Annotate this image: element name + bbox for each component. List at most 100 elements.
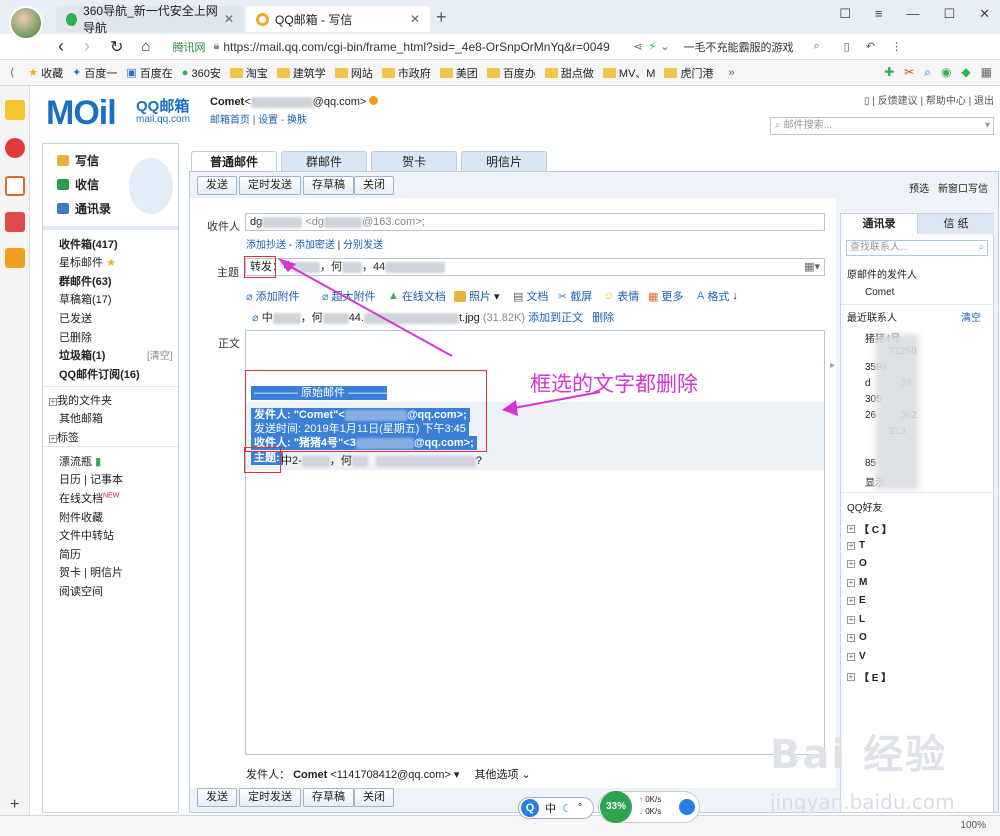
back-icon[interactable]: ‹ <box>58 36 64 57</box>
spam-clear-link[interactable]: [清空] <box>147 347 173 362</box>
bookmark-item[interactable]: 市政府 <box>381 65 431 81</box>
ime-widget[interactable]: Q 中 ☾ ° <box>518 797 594 819</box>
link-skin[interactable]: 换肤 <box>287 115 307 126</box>
collapse-icon[interactable]: ⟨ <box>10 66 14 79</box>
bookmark-item[interactable]: 美团 <box>439 65 478 81</box>
share-icon[interactable]: ⋖ <box>633 40 642 53</box>
contact-search[interactable]: 查找联系人... ⌕ <box>846 240 988 256</box>
scheduled-send-button[interactable]: 定时发送 <box>239 176 301 195</box>
friend-group[interactable]: + T <box>847 540 865 551</box>
note-icon[interactable] <box>5 248 25 268</box>
maximize-icon[interactable]: ☐ <box>943 6 955 22</box>
friend-group[interactable]: + O <box>847 558 867 569</box>
contacts-button[interactable]: 通讯录 <box>57 200 111 217</box>
friend-group[interactable]: + O <box>847 632 867 643</box>
browser-avatar[interactable] <box>9 6 43 40</box>
phone-icon[interactable]: ▯ <box>844 40 850 53</box>
search-icon[interactable]: ⌕ <box>814 40 820 53</box>
app-file-transfer[interactable]: 文件中转站 <box>59 527 114 543</box>
folder-spam[interactable]: 垃圾箱(1) <box>59 347 105 363</box>
bookmark-item[interactable]: ● 360安 <box>182 65 221 81</box>
scheduled-send-button-bottom[interactable]: 定时发送 <box>239 788 301 807</box>
qqmail-logo[interactable]: MOil <box>46 94 117 133</box>
save-draft-button-bottom[interactable]: 存草稿 <box>303 788 354 807</box>
tab-contacts[interactable]: 通讯录 <box>841 214 918 234</box>
app-cards[interactable]: 贺卡 | 明信片 <box>59 564 123 580</box>
search-icon[interactable]: ⌕ <box>924 65 931 80</box>
bookmark-favorites[interactable]: ★ 收藏 <box>28 65 63 81</box>
close-button-bottom[interactable]: 关闭 <box>354 788 394 807</box>
reload-icon[interactable]: ↻ <box>110 37 123 57</box>
link-feedback[interactable]: 反馈建议 <box>878 96 918 107</box>
bookmark-item[interactable]: 百度办 <box>486 65 536 81</box>
game-icon[interactable] <box>5 212 25 232</box>
other-options-link[interactable]: 其他选项 ⌄ <box>474 769 530 781</box>
bolt-icon[interactable]: ⚡ <box>649 40 657 53</box>
friend-group[interactable]: + V <box>847 651 866 662</box>
tags[interactable]: + 标签 <box>49 429 79 445</box>
tab-qqmail[interactable]: QQ邮箱 - 写信 ✕ <box>246 6 430 32</box>
extension-icon[interactable]: ✚ <box>884 65 894 80</box>
close-icon[interactable]: ✕ <box>224 12 234 26</box>
minimize-icon[interactable]: — <box>906 6 919 22</box>
friend-group[interactable]: + L <box>847 614 865 625</box>
app-drift-bottle[interactable]: 漂流瓶 ▮ <box>59 453 101 469</box>
preview-link[interactable]: 预选 <box>909 180 929 195</box>
close-button[interactable]: 关闭 <box>354 176 394 195</box>
new-tab-button[interactable]: + <box>436 7 447 28</box>
link-help[interactable]: 帮助中心 <box>926 96 966 107</box>
my-folders[interactable]: + 我的文件夹 <box>49 392 112 408</box>
folder-deleted[interactable]: 已删除 <box>59 329 92 345</box>
more-bookmarks-icon[interactable]: » <box>728 67 734 79</box>
new-window-link[interactable]: 新窗口写信 <box>938 180 988 195</box>
mail-at-icon[interactable] <box>5 176 25 196</box>
link-settings[interactable]: 设置 <box>258 115 278 126</box>
shield-icon[interactable]: ◆ <box>961 65 970 80</box>
format-button[interactable]: A 格式 ↓ <box>697 288 738 304</box>
to-field[interactable]: dg <dg @163.com>; <box>245 213 825 231</box>
compose-button[interactable]: 写信 <box>57 152 99 169</box>
more-button[interactable]: ▦ 更多 <box>648 288 683 304</box>
tab-group-mail[interactable]: 群邮件 <box>281 151 367 172</box>
dropdown-icon[interactable]: ⌄ <box>660 40 669 53</box>
tab-normal-mail[interactable]: 普通邮件 <box>191 151 277 172</box>
folder-group[interactable]: 群邮件(63) <box>59 273 112 289</box>
original-sender[interactable]: Comet <box>865 287 894 298</box>
folder-starred[interactable]: 星标邮件 ★ <box>59 254 116 270</box>
send-button-bottom[interactable]: 发送 <box>197 788 237 807</box>
bookmark-item[interactable]: ✦ 百度一 <box>72 65 117 81</box>
app-attachments[interactable]: 附件收藏 <box>59 509 103 525</box>
send-button[interactable]: 发送 <box>197 176 237 195</box>
app-calendar[interactable]: 日历 | 记事本 <box>59 471 123 487</box>
bookmark-item[interactable]: 甜点做 <box>544 65 594 81</box>
menu-icon[interactable]: ≡ <box>875 6 883 22</box>
url-field[interactable]: https://mail.qq.com/cgi-bin/frame_html?s… <box>223 40 627 54</box>
app-online-docs[interactable]: 在线文档NEW <box>59 490 119 506</box>
link-logout[interactable]: 退出 <box>974 96 994 107</box>
mail-search-box[interactable]: ⌕ 邮件搜索... ▾ <box>770 117 994 135</box>
bookmark-item[interactable]: 淘宝 <box>229 65 268 81</box>
tab-stationery[interactable]: 信 纸 <box>918 214 994 234</box>
scissors-icon[interactable]: ✂ <box>904 65 914 80</box>
friend-group[interactable]: + 【 E 】 <box>847 669 891 684</box>
format-dropdown-icon[interactable]: ▦▾ <box>804 259 820 275</box>
bookmark-item[interactable]: 网站 <box>334 65 373 81</box>
bookmark-item[interactable]: 虎门港 <box>664 65 713 81</box>
grid-icon[interactable]: ▦ <box>981 65 992 80</box>
tab-postcard[interactable]: 明信片 <box>461 151 547 172</box>
search-suggestion[interactable]: 一毛不充能霸服的游戏 <box>684 39 794 55</box>
bookmark-item[interactable]: ▣ 百度在 <box>126 65 172 81</box>
friend-group[interactable]: + 【 C 】 <box>847 521 892 536</box>
performance-widget[interactable]: 33% ↑ 0K/s ↓ 0K/s <box>598 791 700 823</box>
weibo-icon[interactable] <box>5 138 25 158</box>
folder-subscriptions[interactable]: QQ邮件订阅(16) <box>59 366 140 382</box>
friend-group[interactable]: + E <box>847 595 866 606</box>
forward-icon[interactable]: › <box>84 36 90 57</box>
skin-icon[interactable]: ☐ <box>839 6 851 22</box>
bookmark-item[interactable]: 建筑学 <box>276 65 326 81</box>
home-icon[interactable]: ⌂ <box>141 38 150 55</box>
zoom-level[interactable]: 100% <box>960 820 986 831</box>
inbox-button[interactable]: 收信 <box>57 176 99 193</box>
folder-sent[interactable]: 已发送 <box>59 310 92 326</box>
other-mailboxes[interactable]: 其他邮箱 <box>59 410 103 426</box>
